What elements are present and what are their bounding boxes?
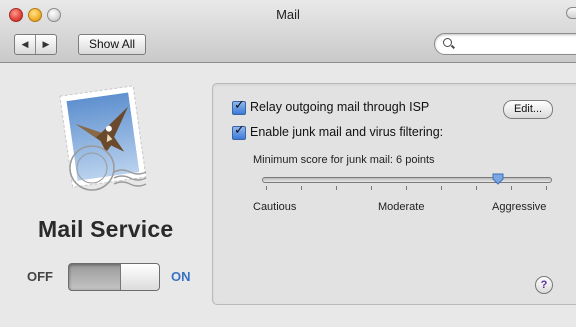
navigation-segmented-control: ◀ ▶ [14, 34, 57, 55]
slider-tick [336, 186, 337, 190]
slider-tick [476, 186, 477, 190]
title-bar: Mail ◀ ▶ Show All [0, 0, 576, 63]
forward-button[interactable]: ▶ [35, 35, 56, 54]
on-label: ON [171, 269, 191, 284]
show-all-button[interactable]: Show All [78, 34, 147, 55]
search-input[interactable] [459, 36, 573, 53]
junk-filter-checkbox[interactable] [232, 123, 246, 140]
scale-label-aggressive: Aggressive [492, 201, 547, 213]
search-icon [443, 38, 452, 47]
slider-tick [371, 186, 372, 190]
preferences-window: Mail ◀ ▶ Show All Mail Service OFF ON ✓ … [0, 0, 576, 327]
min-score-label: Minimum score for junk mail: 6 points [253, 154, 435, 166]
relay-checkbox[interactable] [232, 98, 246, 115]
toolbar-toggle-button[interactable] [566, 7, 576, 19]
scale-label-cautious: Cautious [253, 201, 297, 213]
slider-tick [301, 186, 302, 190]
slider-tick [546, 186, 547, 190]
window-title: Mail [276, 7, 300, 22]
slider-tick [266, 186, 267, 190]
service-toggle-switch[interactable] [68, 263, 160, 291]
help-button[interactable]: ? [535, 276, 553, 294]
mail-stamp-icon [52, 80, 162, 195]
toggle-knob[interactable] [120, 264, 159, 290]
slider-tick [441, 186, 442, 190]
junk-score-slider[interactable] [262, 177, 552, 183]
junk-filter-label: Enable junk mail and virus filtering: [250, 125, 444, 139]
back-button[interactable]: ◀ [15, 35, 35, 54]
slider-tick [406, 186, 407, 190]
scale-label-moderate: Moderate [378, 201, 425, 213]
relay-label: Relay outgoing mail through ISP [250, 100, 430, 114]
search-field[interactable] [434, 33, 576, 55]
slider-thumb[interactable] [492, 173, 504, 185]
slider-tick [511, 186, 512, 190]
off-label: OFF [27, 269, 53, 284]
service-title: Mail Service [38, 216, 174, 242]
edit-button[interactable]: Edit... [503, 100, 553, 119]
